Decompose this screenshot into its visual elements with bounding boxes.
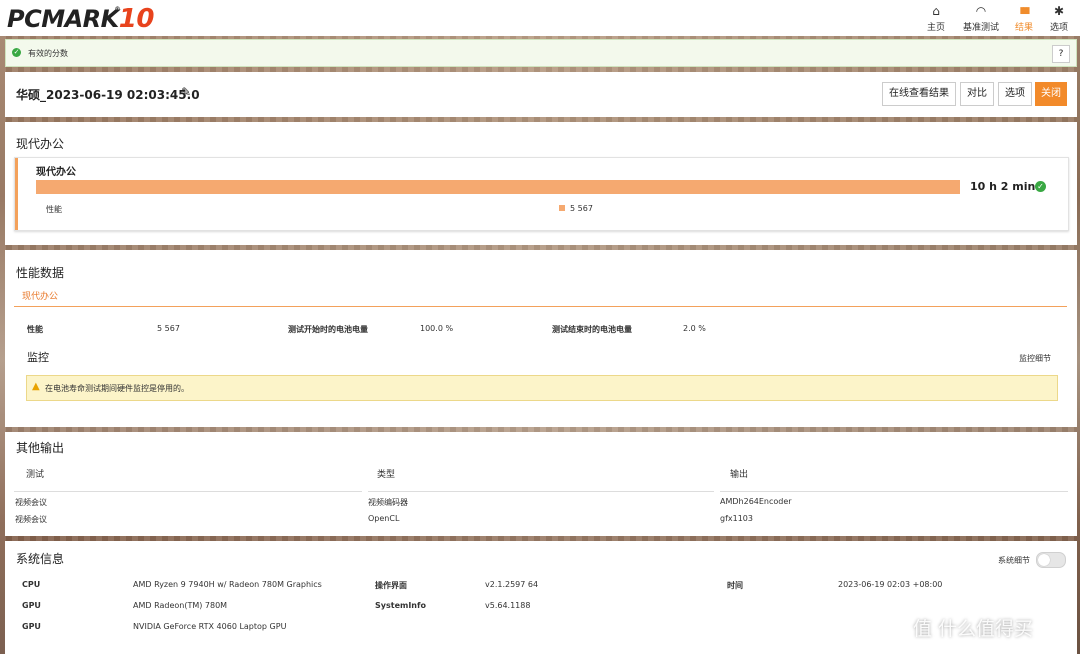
cpu-value: AMD Ryzen 9 7940H w/ Radeon 780M Graphic… [133, 580, 322, 589]
gpu-value: AMD Radeon(TM) 780M [133, 601, 228, 610]
monitor-details-link[interactable]: 监控细节 [1019, 353, 1051, 364]
result-title: 华硕_2023-06-19 02:03:45.0 [16, 88, 200, 102]
watermark: 值 什么值得买 [913, 618, 1034, 640]
perf-data-panel: 性能数据 现代办公 性能 5 567 测试开始时的电池电量 100.0 % 测试… [5, 250, 1077, 427]
tab-underline [14, 306, 1067, 307]
time-value: 2023-06-19 02:03 +08:00 [838, 580, 943, 589]
header-divider [720, 491, 1068, 492]
perf-row-value: 5 567 [157, 324, 180, 333]
other-output-title: 其他输出 [16, 441, 65, 455]
score-bar-track [36, 180, 960, 194]
score-value: 10 h 2 min [970, 180, 1036, 193]
col-header-output: 输出 [730, 470, 749, 480]
gauge-icon: ◠ [975, 4, 987, 18]
gui-version-value: v2.1.2597 64 [485, 580, 539, 589]
result-header: 华硕_2023-06-19 02:03:45.0 ✎ 在线查看结果 对比 选项 … [5, 72, 1077, 117]
system-details-label: 系统细节 [998, 556, 1030, 565]
systeminfo-label: SystemInfo [375, 601, 426, 610]
score-card-accent [15, 158, 18, 230]
battery-end-label: 测试结束时的电池电量 [552, 325, 632, 334]
check-icon: ✓ [12, 48, 21, 57]
warning-icon: ▲ [32, 381, 40, 392]
table-cell: 视频编码器 [368, 498, 408, 507]
cpu-label: CPU [22, 580, 41, 589]
gui-version-label: 操作界面 [375, 581, 407, 590]
nav-home[interactable]: ⌂ 主页 [923, 0, 949, 36]
perf-row-label: 性能 [27, 325, 43, 334]
nav-benchmarks[interactable]: ◠ 基准测试 [958, 0, 1004, 36]
table-cell: 视频会议 [15, 515, 47, 524]
score-card-title: 现代办公 [36, 167, 76, 178]
edit-pencil-icon[interactable]: ✎ [181, 85, 191, 99]
header-divider [368, 491, 714, 492]
perf-label: 性能 [46, 205, 62, 214]
table-cell: gfx1103 [720, 514, 753, 523]
battery-end-value: 2.0 % [683, 324, 706, 333]
monitor-warning: ▲ 在电池寿命测试期间硬件监控是停用的。 [26, 375, 1058, 401]
compare-button[interactable]: 对比 [960, 82, 994, 106]
bar-chart-icon: ▮▮▮ [1019, 6, 1031, 16]
systeminfo-value: v5.64.1188 [485, 601, 531, 610]
score-valid-icon: ✓ [1035, 181, 1046, 192]
battery-start-label: 测试开始时的电池电量 [288, 325, 368, 334]
score-bar [36, 180, 960, 194]
close-button[interactable]: 关闭 [1035, 82, 1067, 106]
view-online-button[interactable]: 在线查看结果 [882, 82, 956, 106]
table-cell: AMDh264Encoder [720, 497, 792, 506]
perf-data-title: 性能数据 [16, 266, 65, 280]
system-details-toggle[interactable] [1036, 552, 1066, 568]
help-button[interactable]: ? [1052, 45, 1070, 63]
monitor-title: 监控 [27, 351, 49, 364]
top-bar: PCMARK10 ® ⌂ 主页 ◠ 基准测试 ▮▮▮ 结果 ✱ 选项 [0, 0, 1080, 36]
system-info-title: 系统信息 [16, 552, 65, 566]
gpu-value: NVIDIA GeForce RTX 4060 Laptop GPU [133, 622, 287, 631]
warning-text: 在电池寿命测试期间硬件监控是停用的。 [45, 384, 189, 393]
time-label: 时间 [727, 581, 743, 590]
header-divider [14, 491, 362, 492]
options-button[interactable]: 选项 [998, 82, 1032, 106]
col-header-test: 测试 [26, 470, 45, 480]
gear-icon: ✱ [1053, 4, 1065, 18]
nav-options[interactable]: ✱ 选项 [1046, 0, 1072, 36]
score-card: 现代办公 10 h 2 min ✓ 性能 5 567 [14, 157, 1069, 231]
pcmark-logo: PCMARK10 ® [7, 4, 154, 34]
table-cell: 视频会议 [15, 498, 47, 507]
table-cell: OpenCL [368, 514, 400, 523]
tab-modern-office[interactable]: 现代办公 [22, 289, 58, 302]
nav-results[interactable]: ▮▮▮ 结果 [1011, 0, 1037, 36]
other-output-panel: 其他输出 测试 类型 输出 视频会议 视频编码器 AMDh264Encoder … [5, 432, 1077, 536]
valid-score-banner: ✓ 有效的分数 ? [5, 39, 1077, 67]
home-icon: ⌂ [932, 4, 940, 18]
summary-section-title: 现代办公 [16, 137, 65, 151]
gpu-label: GPU [22, 601, 41, 610]
col-header-type: 类型 [377, 470, 396, 480]
battery-start-value: 100.0 % [420, 324, 454, 333]
valid-score-label: 有效的分数 [28, 49, 68, 58]
legend-swatch [559, 205, 565, 211]
summary-panel: 现代办公 现代办公 10 h 2 min ✓ 性能 5 567 [5, 122, 1077, 245]
perf-value: 5 567 [570, 204, 593, 213]
gpu-label: GPU [22, 622, 41, 631]
